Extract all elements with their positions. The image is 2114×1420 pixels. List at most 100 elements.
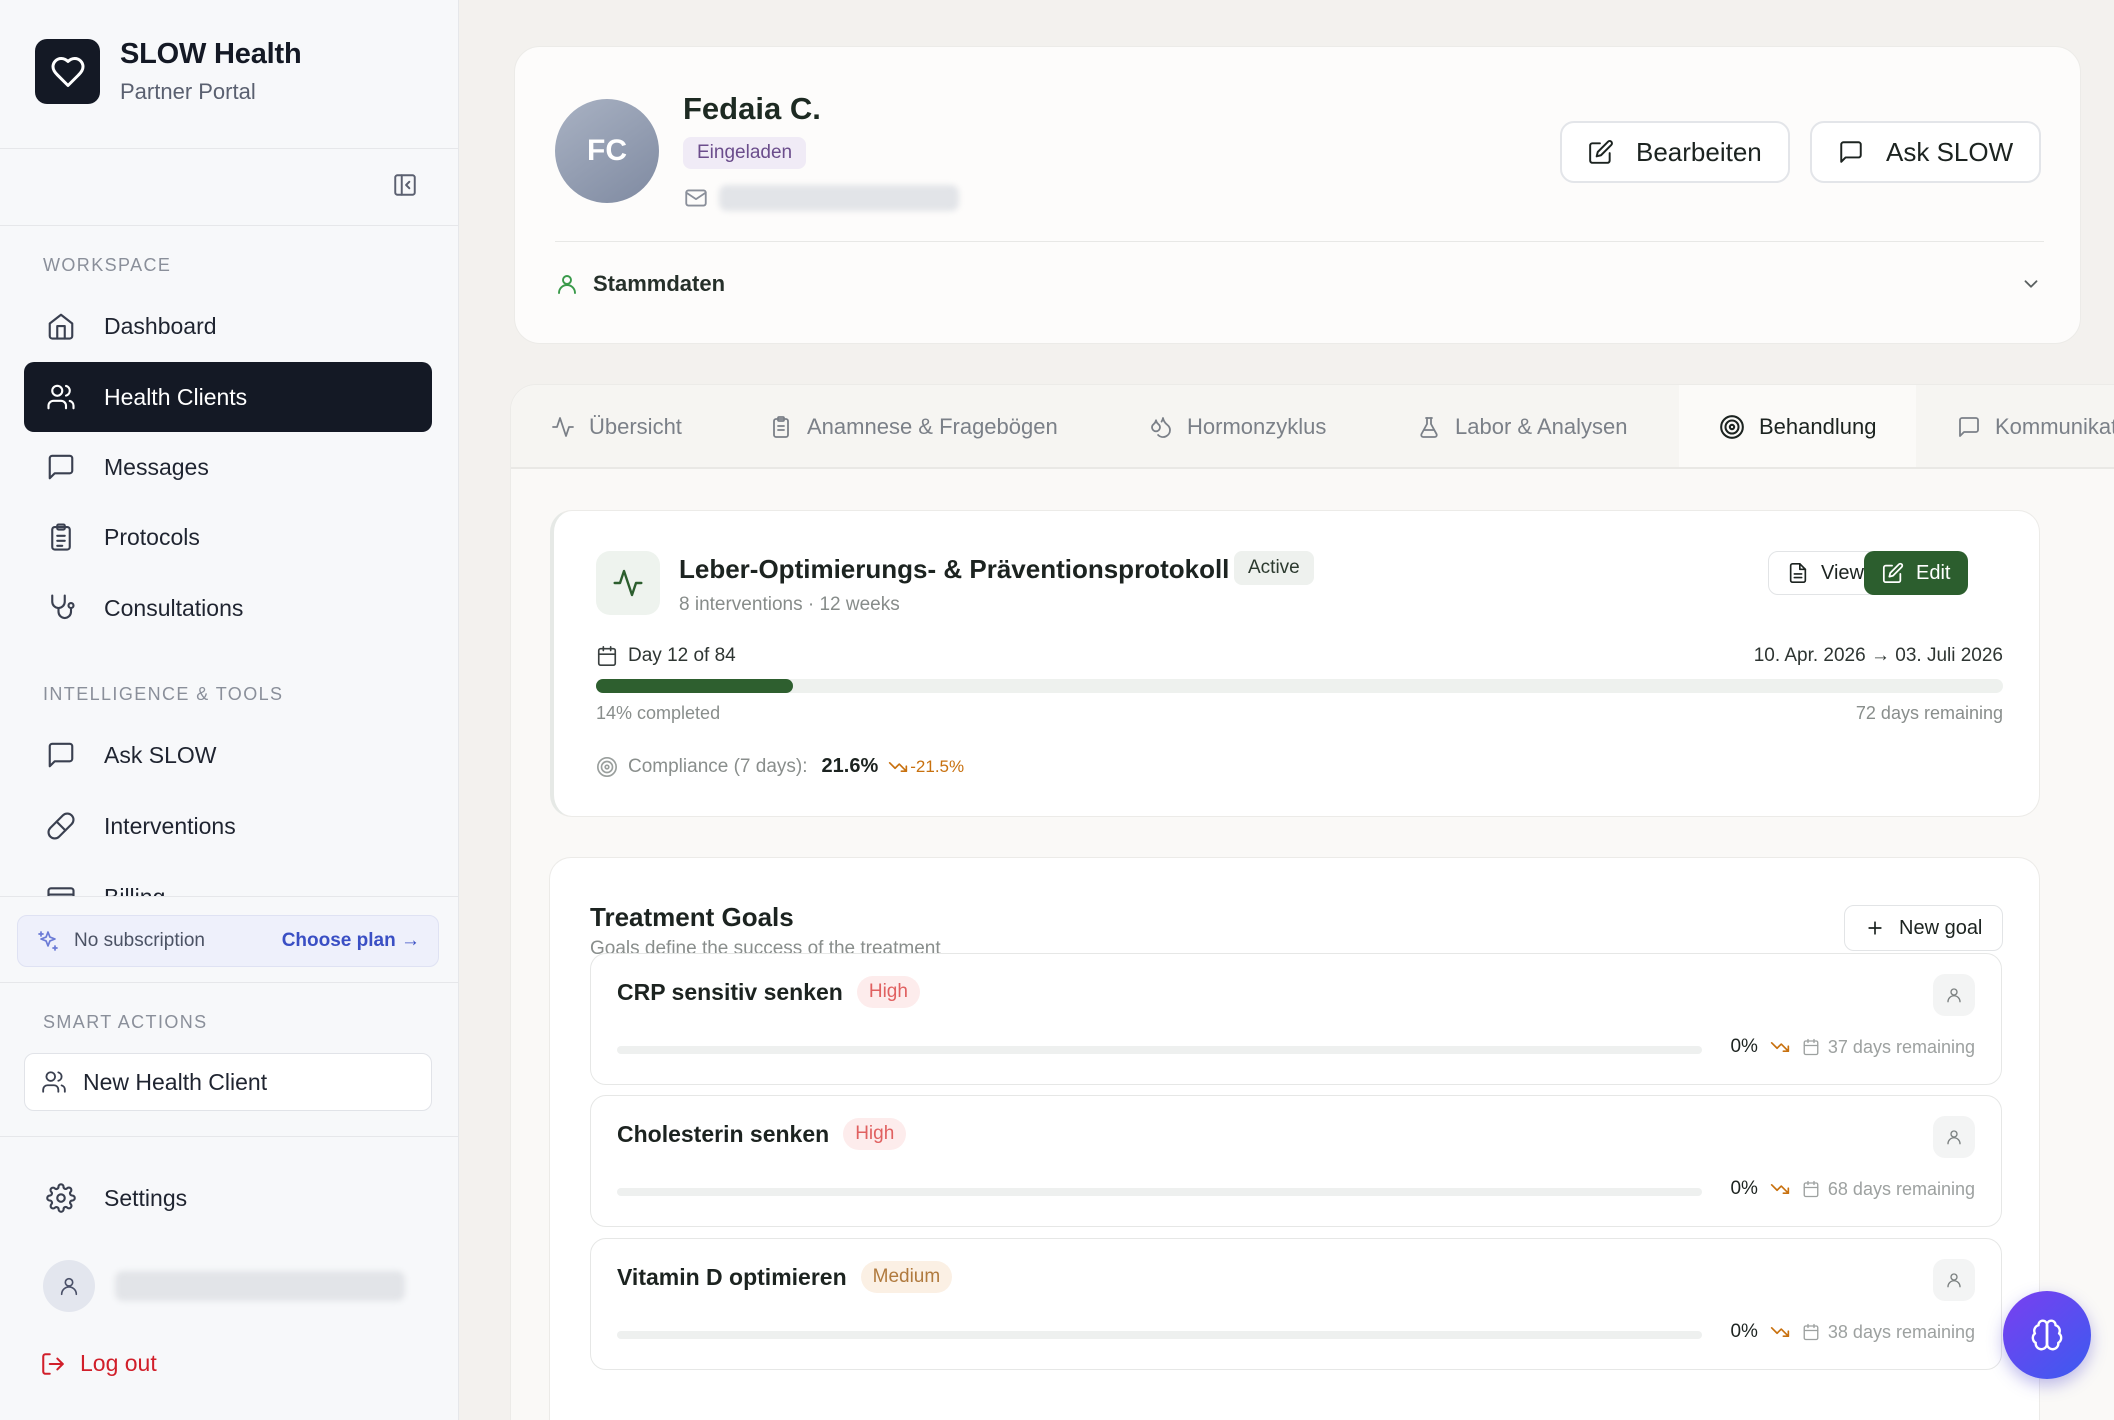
choose-plan-link[interactable]: Choose plan → — [282, 930, 420, 952]
nav-item-label: Dashboard — [104, 312, 217, 339]
nav-item-label: Protocols — [104, 523, 200, 550]
day-label: Day 12 of 84 — [628, 645, 736, 666]
goal-title: CRP sensitiv senken — [617, 978, 843, 1005]
home-icon — [44, 309, 78, 343]
protocol-progress-fill — [596, 679, 793, 693]
assignee-avatar-icon[interactable] — [1933, 1259, 1975, 1301]
goal-remaining: 38 days remaining — [1802, 1322, 1975, 1343]
stammdaten-label: Stammdaten — [593, 271, 726, 296]
new-goal-button[interactable]: New goal — [1844, 905, 2004, 951]
clipboard-icon — [769, 415, 793, 439]
tab-labor[interactable]: Labor & Analysen — [1417, 385, 1628, 467]
protocol-status-badge: Active — [1234, 551, 1314, 585]
user-avatar — [43, 1260, 95, 1312]
tools-section-label: INTELLIGENCE & TOOLS — [43, 684, 284, 704]
logout-button[interactable]: Log out — [40, 1350, 157, 1377]
compliance-label: Compliance (7 days): — [628, 755, 808, 777]
message-icon — [44, 450, 78, 484]
droplets-icon — [1149, 415, 1173, 439]
tab-uebersicht[interactable]: Übersicht — [551, 385, 682, 467]
logout-label: Log out — [80, 1350, 157, 1376]
ask-slow-button[interactable]: Ask SLOW — [1810, 121, 2042, 183]
assignee-avatar-icon[interactable] — [1933, 974, 1975, 1016]
new-health-client-button[interactable]: New Health Client — [24, 1053, 432, 1111]
credit-card-icon — [44, 880, 78, 896]
brand-subtitle: Partner Portal — [120, 79, 256, 104]
users-icon — [41, 1069, 67, 1095]
goal-meta: 0% 37 days remaining — [1730, 1036, 1975, 1058]
client-email — [683, 185, 959, 211]
ai-assistant-fab[interactable] — [2003, 1291, 2091, 1379]
edit-profile-label: Bearbeiten — [1636, 136, 1762, 167]
tab-label: Kommunikation — [1995, 414, 2114, 439]
new-goal-label: New goal — [1899, 916, 1983, 939]
goal-name: Cholesterin senken High — [617, 1118, 907, 1150]
nav-item-billing[interactable]: Billing — [24, 870, 432, 896]
subscription-banner[interactable]: No subscription Choose plan → — [17, 915, 439, 967]
trending-down-icon — [888, 757, 908, 777]
stethoscope-icon — [44, 591, 78, 625]
nav-item-health-clients[interactable]: Health Clients — [24, 362, 432, 432]
goal-progress-bar — [617, 1188, 1702, 1196]
trending-down-icon — [1770, 1322, 1790, 1342]
priority-badge: High — [843, 1118, 907, 1150]
nav-item-label: Messages — [104, 453, 209, 480]
nav-item-protocols[interactable]: Protocols — [24, 502, 432, 572]
users-icon — [44, 380, 78, 414]
goal-remaining: 68 days remaining — [1802, 1179, 1975, 1200]
client-status-badge: Eingeladen — [683, 137, 807, 169]
goal-item[interactable]: Cholesterin senken High 0% 68 days remai… — [590, 1095, 2002, 1227]
edit-protocol-button[interactable]: Edit — [1864, 551, 1969, 595]
compliance-row: Compliance (7 days): 21.6% -21.5% — [596, 755, 964, 778]
heart-logo-icon — [35, 39, 100, 104]
nav-item-messages[interactable]: Messages — [24, 432, 432, 502]
goal-progress-bar — [617, 1046, 1702, 1054]
goal-percent: 0% — [1730, 1036, 1758, 1057]
brain-icon — [2030, 1318, 2064, 1352]
nav-item-settings[interactable]: Settings — [24, 1163, 432, 1233]
goal-name: CRP sensitiv senken High — [617, 976, 920, 1008]
nav-item-interventions[interactable]: Interventions — [24, 791, 432, 861]
new-health-client-label: New Health Client — [83, 1068, 268, 1095]
target-icon — [1719, 414, 1745, 440]
nav-item-dashboard[interactable]: Dashboard — [24, 291, 432, 361]
user-account[interactable] — [43, 1260, 405, 1312]
tab-label: Behandlung — [1759, 414, 1877, 439]
tab-kommunikation[interactable]: Kommunikation — [1957, 385, 2114, 467]
nav-item-label: Consultations — [104, 594, 244, 621]
tab-label: Labor & Analysen — [1455, 414, 1628, 439]
flask-icon — [1417, 415, 1441, 439]
protocol-date-range: 10. Apr. 2026 → 03. Juli 2026 — [1753, 645, 2003, 666]
sidebar-collapse-icon[interactable] — [392, 172, 420, 200]
brand[interactable]: SLOW Health Partner Portal — [35, 38, 302, 105]
trending-down-icon — [1770, 1037, 1790, 1057]
sparkles-icon — [36, 929, 60, 953]
compliance-delta-value: -21.5% — [910, 756, 965, 776]
priority-badge: High — [856, 976, 920, 1008]
nav-item-ask-slow[interactable]: Ask SLOW — [24, 720, 432, 790]
nav-item-consultations[interactable]: Consultations — [24, 573, 432, 643]
compliance-value: 21.6% — [821, 755, 879, 777]
pill-icon — [44, 809, 78, 843]
goal-item[interactable]: CRP sensitiv senken High 0% 37 days rema… — [590, 953, 2002, 1085]
calendar-icon — [1802, 1180, 1820, 1198]
chevron-down-icon[interactable] — [2020, 273, 2042, 300]
treatment-goals-card: Treatment Goals Goals define the success… — [549, 857, 2040, 1420]
stammdaten-toggle[interactable]: Stammdaten — [555, 271, 725, 297]
message-icon — [1838, 139, 1864, 165]
tab-behandlung[interactable]: Behandlung — [1679, 385, 1917, 467]
view-label: View — [1821, 561, 1864, 584]
goal-remaining-label: 37 days remaining — [1827, 1036, 1975, 1057]
assignee-avatar-icon[interactable] — [1933, 1116, 1975, 1158]
completed-label: 14% completed — [596, 703, 721, 723]
goal-item[interactable]: Vitamin D optimieren Medium 0% 38 days r… — [590, 1238, 2002, 1370]
tab-label: Übersicht — [589, 414, 682, 439]
tab-hormonzyklus[interactable]: Hormonzyklus — [1149, 385, 1326, 467]
active-protocol-card: Leber-Optimierungs- & Präventionsprotoko… — [550, 510, 2040, 817]
mail-icon — [683, 185, 709, 211]
goal-name: Vitamin D optimieren Medium — [617, 1261, 953, 1293]
edit-profile-button[interactable]: Bearbeiten — [1560, 121, 1790, 183]
calendar-icon — [1802, 1038, 1820, 1056]
tab-anamnese[interactable]: Anamnese & Fragebögen — [769, 385, 1058, 467]
nav-item-label: Ask SLOW — [104, 741, 217, 768]
